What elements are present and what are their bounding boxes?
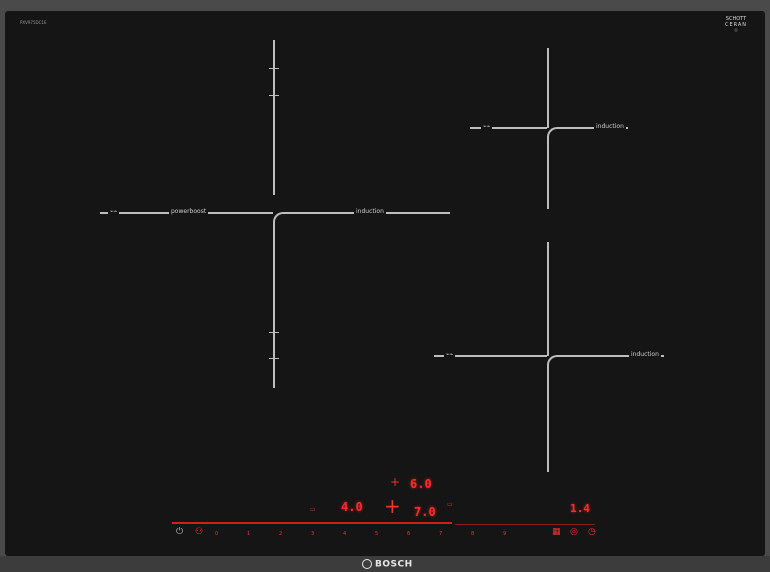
display-left-zone[interactable]: 4.0 bbox=[341, 500, 363, 514]
br-zone-corner bbox=[547, 355, 563, 371]
scale-7[interactable]: 7 bbox=[439, 530, 442, 539]
scale-9[interactable]: 9 bbox=[503, 530, 506, 539]
left-zone-tick-3 bbox=[269, 332, 279, 333]
power-icon[interactable]: ⏻ bbox=[176, 528, 183, 537]
scale-0[interactable]: 0 bbox=[215, 530, 218, 539]
left-zone-flex-label: ⌁⌁ bbox=[108, 208, 120, 215]
scale-4[interactable]: 4 bbox=[343, 530, 346, 539]
schott-ceran-logo: SCHOTT CERAN ® bbox=[716, 16, 756, 33]
scale-5[interactable]: 5 bbox=[375, 530, 378, 539]
left-zone-induction-label: induction bbox=[354, 208, 386, 215]
left-zone-tick-2 bbox=[269, 95, 279, 96]
br-zone-vertical-top bbox=[547, 242, 549, 356]
left-zone-tick-4 bbox=[269, 358, 279, 359]
scale-3[interactable]: 3 bbox=[311, 530, 314, 539]
display-center-zone[interactable]: 7.0 bbox=[414, 505, 436, 519]
wipe-protect-icon[interactable]: ▦ bbox=[552, 528, 561, 537]
power-scale[interactable]: 0 1 2 3 4 5 6 7 8 9 bbox=[215, 530, 525, 538]
logo-line3: ® bbox=[734, 28, 738, 33]
slider-track-right[interactable] bbox=[455, 524, 595, 525]
display-top-zone[interactable]: 6.0 bbox=[410, 477, 432, 491]
br-zone-flex-label: ⌁⌁ bbox=[444, 351, 456, 358]
bosch-emblem-icon bbox=[362, 559, 372, 569]
scale-1[interactable]: 1 bbox=[247, 530, 250, 539]
boost-icon[interactable]: ⚇ bbox=[195, 528, 203, 537]
left-zone-tick-1 bbox=[269, 68, 279, 69]
bosch-brand-text: BOSCH bbox=[375, 559, 413, 570]
tr-zone-induction-label: induction bbox=[594, 123, 626, 130]
left-zone-vertical-bottom bbox=[273, 226, 275, 388]
tr-zone-vertical-top bbox=[547, 48, 549, 128]
bosch-logo: BOSCH bbox=[362, 559, 413, 570]
plus-top-button[interactable]: + bbox=[390, 476, 400, 488]
lock-icon[interactable]: ◎ bbox=[570, 528, 578, 537]
scale-6[interactable]: 6 bbox=[407, 530, 410, 539]
zone-select-icon-right[interactable]: ▭ bbox=[447, 500, 453, 509]
tr-zone-vertical-bottom bbox=[547, 141, 549, 209]
timer-display[interactable]: 1.4 bbox=[570, 502, 590, 515]
left-zone-vertical-top bbox=[273, 40, 275, 195]
tr-zone-corner bbox=[547, 127, 563, 143]
left-zone-corner bbox=[273, 212, 289, 228]
zone-select-icon-left[interactable]: ▭ bbox=[310, 505, 316, 514]
timer-icon[interactable]: ◷ bbox=[588, 528, 596, 537]
scale-8[interactable]: 8 bbox=[471, 530, 474, 539]
scale-2[interactable]: 2 bbox=[279, 530, 282, 539]
left-zone-powerboost-label: powerboost bbox=[169, 208, 209, 215]
br-zone-induction-label: induction bbox=[629, 351, 661, 358]
tr-zone-flex-label: ⌁⌁ bbox=[481, 123, 493, 130]
glass-cooktop-surface bbox=[5, 11, 765, 556]
br-zone-vertical-bottom bbox=[547, 369, 549, 472]
slider-track-left[interactable] bbox=[172, 522, 452, 524]
plus-center-button[interactable]: + bbox=[384, 496, 401, 516]
model-code: PXV975DC1E bbox=[20, 20, 47, 25]
